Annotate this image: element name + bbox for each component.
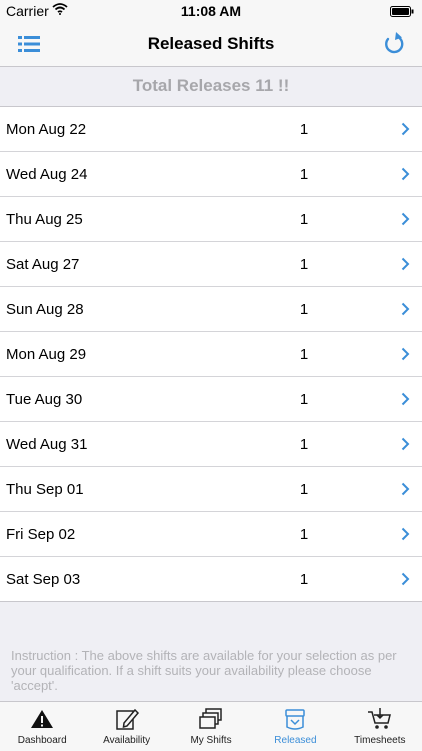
chevron-right-icon bbox=[401, 167, 410, 181]
shift-date: Wed Aug 24 bbox=[6, 166, 88, 183]
tab-label: Released bbox=[274, 735, 317, 746]
table-row[interactable]: Wed Aug 31 1 bbox=[0, 422, 422, 467]
shift-date: Thu Sep 01 bbox=[6, 481, 84, 498]
shift-count: 1 bbox=[299, 301, 309, 318]
cart-icon bbox=[367, 708, 391, 729]
stack-icon bbox=[199, 708, 222, 729]
released-icon bbox=[285, 709, 306, 730]
tab-label: Timesheets bbox=[354, 735, 406, 746]
shift-date: Mon Aug 29 bbox=[6, 346, 87, 363]
chevron-right-icon bbox=[401, 392, 410, 406]
shift-count: 1 bbox=[299, 346, 309, 363]
released-shifts-list: Mon Aug 22 1 Wed Aug 24 1 Thu Aug 25 1 S… bbox=[0, 106, 422, 602]
chevron-right-icon bbox=[401, 122, 410, 136]
tab-label: Dashboard bbox=[17, 735, 67, 746]
table-row[interactable]: Sun Aug 28 1 bbox=[0, 287, 422, 332]
chevron-right-icon bbox=[401, 257, 410, 271]
table-row[interactable]: Wed Aug 24 1 bbox=[0, 152, 422, 197]
table-row[interactable]: Thu Sep 01 1 bbox=[0, 467, 422, 512]
table-row[interactable]: Sat Sep 03 1 bbox=[0, 557, 422, 601]
status-bar: Carrier 11:08 AM bbox=[0, 0, 422, 22]
tab-my-shifts[interactable]: My Shifts bbox=[169, 702, 253, 751]
shift-count: 1 bbox=[299, 211, 309, 228]
shift-date: Fri Sep 02 bbox=[6, 526, 76, 543]
tab-label: Availability bbox=[103, 735, 151, 746]
shift-count: 1 bbox=[299, 391, 309, 408]
table-row[interactable]: Sat Aug 27 1 bbox=[0, 242, 422, 287]
status-time: 11:08 AM bbox=[180, 3, 242, 19]
table-row[interactable]: Fri Sep 02 1 bbox=[0, 512, 422, 557]
shift-date: Sat Sep 03 bbox=[6, 571, 81, 588]
tab-availability[interactable]: Availability bbox=[84, 702, 168, 751]
chevron-right-icon bbox=[401, 302, 410, 316]
shift-date: Sat Aug 27 bbox=[6, 256, 80, 273]
warning-icon bbox=[31, 710, 54, 728]
shift-date: Tue Aug 30 bbox=[6, 391, 83, 408]
shift-count: 1 bbox=[299, 166, 309, 183]
shift-date: Mon Aug 22 bbox=[6, 121, 87, 138]
shift-date: Sun Aug 28 bbox=[6, 301, 84, 318]
tab-released[interactable]: Released bbox=[253, 702, 337, 751]
shift-count: 1 bbox=[299, 571, 309, 588]
page-title: Released Shifts bbox=[147, 34, 275, 53]
table-row[interactable]: Thu Aug 25 1 bbox=[0, 197, 422, 242]
edit-icon bbox=[115, 708, 139, 730]
refresh-icon[interactable] bbox=[382, 30, 406, 56]
chevron-right-icon bbox=[401, 437, 410, 451]
shift-count: 1 bbox=[299, 436, 309, 453]
table-row[interactable]: Mon Aug 29 1 bbox=[0, 332, 422, 377]
instruction-text: Instruction : The above shifts are avail… bbox=[11, 648, 397, 693]
tab-timesheets[interactable]: Timesheets bbox=[338, 702, 422, 751]
chevron-right-icon bbox=[401, 482, 410, 496]
shift-date: Thu Aug 25 bbox=[6, 211, 83, 228]
chevron-right-icon bbox=[401, 572, 410, 586]
shift-count: 1 bbox=[299, 256, 309, 273]
battery-icon bbox=[390, 6, 414, 17]
chevron-right-icon bbox=[401, 212, 410, 226]
navigation-bar: Released Shifts bbox=[0, 22, 422, 67]
total-releases-label: Total Releases 11 !! bbox=[132, 76, 290, 95]
chevron-right-icon bbox=[401, 527, 410, 541]
table-row[interactable]: Tue Aug 30 1 bbox=[0, 377, 422, 422]
tab-dashboard[interactable]: Dashboard bbox=[0, 702, 84, 751]
shift-count: 1 bbox=[299, 121, 309, 138]
shift-count: 1 bbox=[299, 526, 309, 543]
tab-label: My Shifts bbox=[190, 735, 232, 746]
tab-bar: Dashboard Availability My Shifts Release… bbox=[0, 701, 422, 751]
table-row[interactable]: Mon Aug 22 1 bbox=[0, 107, 422, 152]
chevron-right-icon bbox=[401, 347, 410, 361]
shift-count: 1 bbox=[299, 481, 309, 498]
shift-date: Wed Aug 31 bbox=[6, 436, 88, 453]
